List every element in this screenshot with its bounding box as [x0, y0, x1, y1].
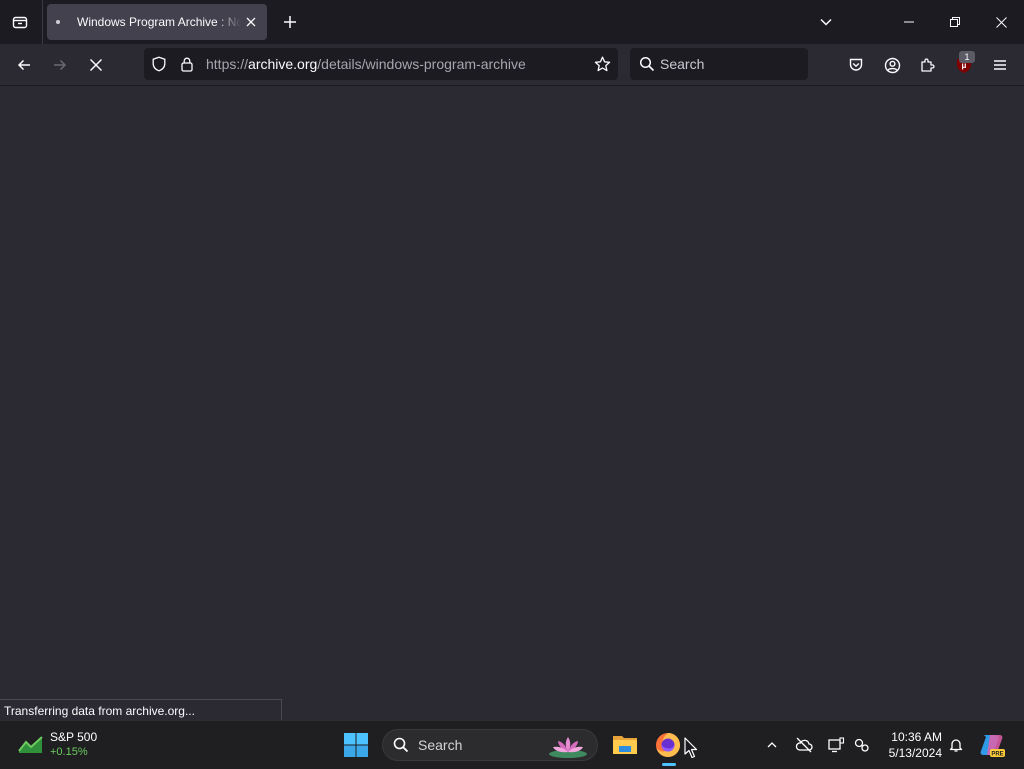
chevron-up-icon[interactable] [760, 733, 784, 757]
tab-loading-dot [56, 20, 60, 24]
extension-badge: 1 [959, 51, 975, 63]
menu-icon[interactable] [985, 50, 1015, 80]
tab-strip: Windows Program Archive : No [0, 0, 1024, 44]
stock-widget[interactable]: S&P 500 +0.15% [18, 727, 138, 763]
svg-text:PRE: PRE [991, 752, 1003, 758]
search-input[interactable]: Search [660, 56, 704, 72]
stop-icon[interactable] [81, 50, 111, 80]
lock-icon[interactable] [179, 56, 195, 72]
stock-change: +0.15% [50, 746, 88, 758]
minimize-icon[interactable] [886, 0, 932, 44]
tab-active[interactable]: Windows Program Archive : No [47, 4, 267, 40]
file-explorer-icon[interactable] [610, 729, 640, 759]
taskbar: S&P 500 +0.15% Search 10:36 AM 5/13/2024… [0, 720, 1024, 769]
display-icon[interactable] [824, 733, 848, 757]
extensions-icon[interactable] [913, 50, 943, 80]
tab-title: Windows Program Archive : No [77, 15, 241, 29]
navigation-toolbar: https://archive.org/details/windows-prog… [0, 44, 1024, 86]
active-app-indicator [662, 763, 676, 766]
url-scheme: https:// [206, 56, 249, 72]
url-host: archive.org [248, 56, 318, 72]
restore-icon[interactable] [932, 0, 978, 44]
status-panel: Transferring data from archive.org... [0, 699, 282, 721]
page-content [0, 86, 1024, 720]
taskbar-search-box[interactable]: Search [382, 729, 598, 761]
url-text[interactable]: https://archive.org/details/windows-prog… [206, 56, 526, 72]
plus-icon[interactable] [276, 8, 304, 36]
network-settings-icon[interactable] [850, 733, 874, 757]
clock-time: 10:36 AM [891, 730, 942, 744]
url-path: /details/windows-program-archive [317, 56, 526, 72]
forward-icon[interactable] [45, 50, 75, 80]
copilot-icon[interactable]: PRE [978, 731, 1006, 759]
close-icon[interactable] [978, 0, 1024, 44]
tab-divider [42, 0, 43, 44]
pocket-icon[interactable] [841, 50, 871, 80]
cloud-offline-icon[interactable] [792, 733, 816, 757]
star-icon[interactable] [594, 56, 611, 73]
search-bar[interactable]: Search [630, 48, 808, 80]
clock-date: 5/13/2024 [888, 746, 942, 760]
tab-list-icon[interactable] [6, 8, 34, 36]
close-icon[interactable] [241, 12, 261, 32]
shield-icon[interactable] [151, 56, 167, 72]
taskbar-search-input[interactable]: Search [418, 737, 462, 753]
stock-name: S&P 500 [50, 730, 98, 744]
windows-start-icon[interactable] [342, 731, 370, 759]
stock-chart-icon [18, 733, 44, 755]
account-icon[interactable] [877, 50, 907, 80]
search-icon [639, 56, 655, 72]
address-bar[interactable]: https://archive.org/details/windows-prog… [144, 48, 618, 80]
back-icon[interactable] [9, 50, 39, 80]
bell-icon[interactable] [944, 733, 968, 757]
search-icon [393, 737, 409, 753]
system-clock[interactable]: 10:36 AM 5/13/2024 [878, 729, 942, 761]
firefox-icon[interactable] [652, 729, 684, 761]
mouse-cursor-icon [684, 737, 698, 759]
search-highlight-icon [547, 733, 589, 759]
chevron-down-icon[interactable] [812, 8, 840, 36]
